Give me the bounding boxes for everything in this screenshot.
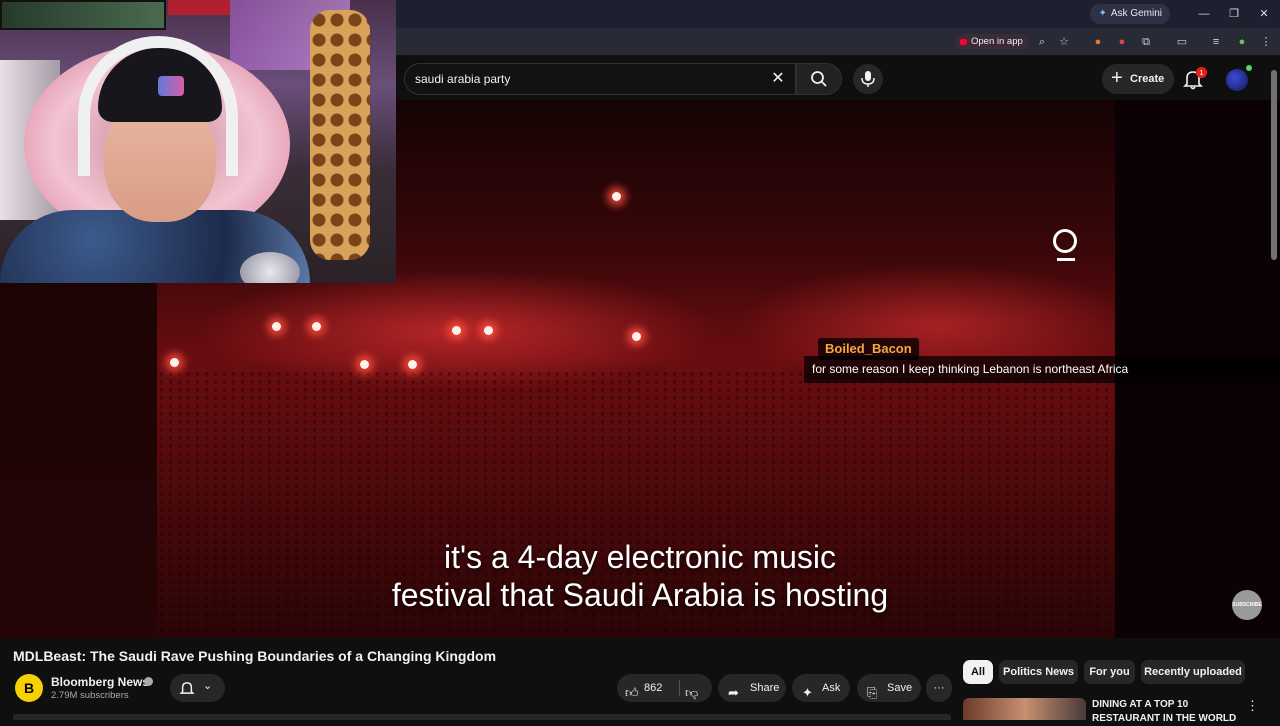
notification-count-badge: 1 [1196,67,1207,78]
search-input[interactable]: saudi arabia party [415,72,510,86]
more-vertical-icon[interactable]: ⋮ [1246,698,1259,714]
like-dislike-group: 👍︎ 862 👎︎ [617,674,712,702]
extension-badge-icon[interactable]: ● [1114,34,1130,50]
stage-light [484,326,493,335]
voice-search-button[interactable] [853,64,883,94]
recommended-video-thumbnail[interactable] [963,698,1086,720]
close-window-icon[interactable]: ✕ [1254,5,1274,23]
browser-menu-icon[interactable]: ⋮ [1258,34,1274,50]
bookmark-icon: ⎘ [867,685,878,700]
caption-line-2: festival that Saudi Arabia is hosting [391,577,889,613]
stage-light [360,360,369,369]
save-label: Save [887,682,913,694]
ask-button[interactable]: ✦ Ask [792,674,850,702]
wall-frame [0,0,166,30]
divider [679,680,680,696]
ask-gemini-button[interactable]: ✦ Ask Gemini [1090,4,1170,24]
verified-icon [144,677,153,686]
share-button[interactable]: ➦ Share [718,674,786,702]
sparkle-icon: ✦ [802,685,813,700]
reading-list-icon[interactable]: ≡ [1208,34,1224,50]
account-avatar[interactable] [1226,65,1252,91]
chat-message: for some reason I keep thinking Lebanon … [804,356,1280,383]
thumbs-up-icon[interactable]: 👍︎ [625,679,639,707]
sparkle-icon: ✦ [1098,8,1107,19]
stage-light [452,326,461,335]
bookmark-star-icon[interactable]: ☆ [1056,34,1072,50]
restore-icon[interactable]: ❐ [1224,5,1244,23]
video-title: MDLBeast: The Saudi Rave Pushing Boundar… [13,648,497,664]
ask-gemini-label: Ask Gemini [1110,8,1162,19]
extension-icon[interactable]: ● [1090,34,1106,50]
clear-search-icon[interactable]: ✕ [767,68,789,90]
stage-light [272,322,281,331]
chip-politics-news[interactable]: Politics News [999,660,1078,684]
open-in-app-button[interactable]: Open in app [955,34,1029,50]
bell-icon [179,682,195,694]
zoom-icon[interactable]: ⌕ [1034,34,1050,50]
channel-avatar[interactable]: B [15,674,43,702]
share-arrow-icon: ➦ [728,685,739,700]
thumbs-down-icon[interactable]: 👎︎ [685,679,698,707]
profile-icon[interactable]: ● [1234,34,1250,50]
save-button[interactable]: ⎘ Save [857,674,921,702]
channel-name[interactable]: Bloomberg News [51,675,149,689]
search-button[interactable] [796,63,842,95]
beanie-logo [158,76,184,96]
ask-label: Ask [822,682,841,694]
red-object [168,0,230,15]
minimize-icon[interactable]: — [1194,5,1214,23]
subscriber-count: 2.79M subscribers [51,690,129,701]
search-box[interactable]: saudi arabia party ✕ [404,63,796,95]
stage-light [632,332,641,341]
chip-all[interactable]: All [963,660,993,684]
subscribe-watermark[interactable]: SUBSCRIBE [1232,590,1262,620]
description-box-edge [13,714,951,720]
giraffe-figure [310,10,370,260]
recommended-video-title[interactable]: DINING AT A TOP 10 RESTAURANT IN THE WOR… [1092,698,1242,726]
more-actions-button[interactable]: ··· [926,674,952,702]
chevron-down-icon: ⌄ [203,680,213,692]
cast-icon[interactable]: ▭ [1174,34,1190,50]
caption-line-1: it's a 4-day electronic music [443,539,837,575]
video-caption: it's a 4-day electronic music festival t… [340,538,940,614]
stage-light [170,358,179,367]
search-icon [811,71,827,87]
chip-for-you[interactable]: For you [1084,660,1135,684]
firework-light [612,192,621,201]
stage-light [408,360,417,369]
subscription-bell-button[interactable]: ⌄ [170,674,225,702]
create-button[interactable]: Create [1102,63,1174,94]
channel-watermark-logo [1053,229,1077,261]
more-horizontal-icon: ··· [933,682,945,694]
webcam-overlay [0,0,396,283]
microphone-icon [861,71,875,87]
like-count[interactable]: 862 [644,674,662,702]
extensions-puzzle-icon[interactable]: ⧉ [1138,34,1154,50]
stage-light [312,322,321,331]
chip-recently-uploaded[interactable]: Recently uploaded [1141,660,1245,684]
share-label: Share [750,682,780,694]
page-scrollbar[interactable] [1271,70,1277,260]
